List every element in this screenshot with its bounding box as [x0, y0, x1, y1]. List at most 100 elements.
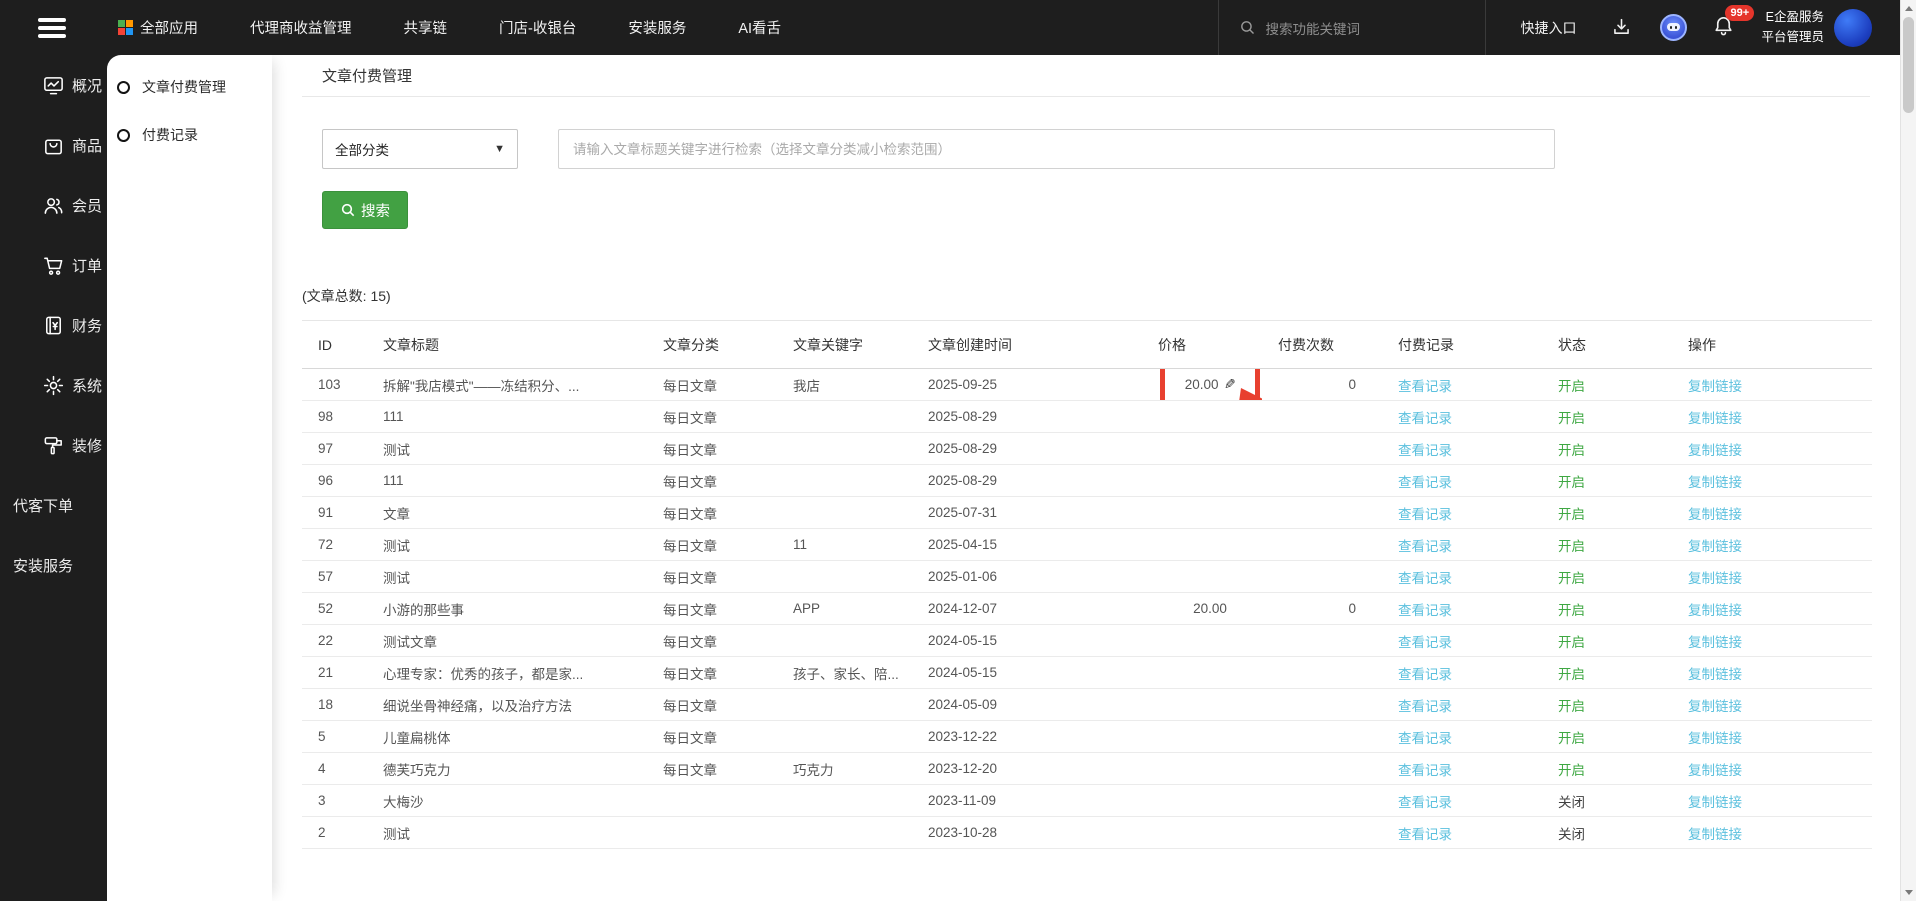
cell-id: 98 [302, 401, 367, 433]
sidebar-item-4[interactable]: 订单 [0, 235, 107, 295]
cell-title: 文章 [367, 497, 647, 529]
cell-status: 开启 [1542, 593, 1672, 625]
cell-created-time: 2025-08-29 [912, 433, 1142, 465]
status-badge[interactable]: 关闭 [1558, 795, 1585, 810]
cell-title: 心理专家：优秀的孩子，都是家... [367, 657, 647, 689]
column-header-1: ID [302, 321, 367, 369]
view-record-link[interactable]: 查看记录 [1398, 571, 1452, 586]
copy-link-link[interactable]: 复制链接 [1688, 667, 1742, 682]
copy-link-link[interactable]: 复制链接 [1688, 763, 1742, 778]
copy-link-link[interactable]: 复制链接 [1688, 379, 1742, 394]
status-badge[interactable]: 关闭 [1558, 827, 1585, 842]
quick-entry-link[interactable]: 快捷入口 [1520, 18, 1576, 38]
sidebar-item-1[interactable]: 概况 [0, 55, 107, 115]
copy-link-link[interactable]: 复制链接 [1688, 603, 1742, 618]
avatar[interactable] [1834, 9, 1872, 47]
navbar-search-input[interactable]: 搜索功能关键词 [1218, 0, 1486, 55]
view-record-link[interactable]: 查看记录 [1398, 443, 1452, 458]
notifications-bell[interactable]: 99+ [1712, 14, 1735, 42]
scrollbar[interactable] [1900, 0, 1916, 901]
status-badge[interactable]: 开启 [1558, 667, 1585, 682]
column-header-5: 文章创建时间 [912, 321, 1142, 369]
status-badge[interactable]: 开启 [1558, 507, 1585, 522]
table-row: 21心理专家：优秀的孩子，都是家...每日文章孩子、家长、陪...2024-05… [302, 657, 1872, 689]
copy-link-link[interactable]: 复制链接 [1688, 635, 1742, 650]
copy-link-link[interactable]: 复制链接 [1688, 571, 1742, 586]
sidebar-item-9[interactable]: 安装服务 [0, 535, 107, 595]
nav-item-4[interactable]: 安装服务 [628, 17, 686, 38]
copy-link-link[interactable]: 复制链接 [1688, 411, 1742, 426]
sidebar-item-6[interactable]: 系统 [0, 355, 107, 415]
status-badge[interactable]: 开启 [1558, 635, 1585, 650]
cell-action: 复制链接 [1672, 689, 1872, 721]
edit-price-icon[interactable]: ✎ [1224, 376, 1236, 393]
cell-category: 每日文章 [647, 433, 777, 465]
sidebar-item-3[interactable]: 会员 [0, 175, 107, 235]
cell-keyword: 我店 [777, 369, 912, 401]
submenu-item-1[interactable]: 文章付费管理 [107, 63, 272, 111]
user-info[interactable]: E企盈服务 平台管理员 [1761, 8, 1824, 47]
nav-item-all-apps[interactable]: 全部应用 [118, 17, 198, 38]
view-record-link[interactable]: 查看记录 [1398, 699, 1452, 714]
category-select-value: 全部分类 [335, 139, 494, 159]
cell-created-time: 2024-05-15 [912, 625, 1142, 657]
view-record-link[interactable]: 查看记录 [1398, 539, 1452, 554]
view-record-link[interactable]: 查看记录 [1398, 379, 1452, 394]
category-select[interactable]: 全部分类 ▼ [322, 129, 518, 169]
status-badge[interactable]: 开启 [1558, 731, 1585, 746]
nav-item-2[interactable]: 共享链 [404, 17, 448, 38]
view-record-link[interactable]: 查看记录 [1398, 603, 1452, 618]
copy-link-link[interactable]: 复制链接 [1688, 795, 1742, 810]
cell-category: 每日文章 [647, 369, 777, 401]
copy-link-link[interactable]: 复制链接 [1688, 443, 1742, 458]
cell-keyword [777, 625, 912, 657]
status-badge[interactable]: 开启 [1558, 571, 1585, 586]
download-icon[interactable] [1606, 13, 1636, 43]
copy-link-link[interactable]: 复制链接 [1688, 539, 1742, 554]
copy-link-link[interactable]: 复制链接 [1688, 699, 1742, 714]
sidebar-item-5[interactable]: 财务 [0, 295, 107, 355]
view-record-link[interactable]: 查看记录 [1398, 635, 1452, 650]
hamburger-menu-icon[interactable] [38, 18, 66, 38]
view-record-link[interactable]: 查看记录 [1398, 763, 1452, 778]
nav-item-1[interactable]: 代理商收益管理 [250, 17, 352, 38]
cell-keyword [777, 433, 912, 465]
status-badge[interactable]: 开启 [1558, 603, 1585, 618]
sidebar-item-7[interactable]: 装修 [0, 415, 107, 475]
submenu-item-2[interactable]: 付费记录 [107, 111, 272, 159]
scrollbar-up-arrow[interactable] [1901, 0, 1916, 17]
cell-price [1142, 817, 1262, 849]
view-record-link[interactable]: 查看记录 [1398, 667, 1452, 682]
view-record-link[interactable]: 查看记录 [1398, 411, 1452, 426]
status-badge[interactable]: 开启 [1558, 699, 1585, 714]
scrollbar-down-arrow[interactable] [1901, 884, 1916, 901]
view-record-link[interactable]: 查看记录 [1398, 827, 1452, 842]
nav-item-5[interactable]: AI看舌 [738, 17, 781, 38]
cell-action: 复制链接 [1672, 369, 1872, 401]
view-record-link[interactable]: 查看记录 [1398, 475, 1452, 490]
ai-robot-icon[interactable] [1658, 13, 1688, 43]
copy-link-link[interactable]: 复制链接 [1688, 475, 1742, 490]
view-record-link[interactable]: 查看记录 [1398, 507, 1452, 522]
status-badge[interactable]: 开启 [1558, 411, 1585, 426]
sidebar-item-label: 订单 [72, 255, 102, 276]
status-badge[interactable]: 开启 [1558, 379, 1585, 394]
copy-link-link[interactable]: 复制链接 [1688, 731, 1742, 746]
view-record-link[interactable]: 查看记录 [1398, 731, 1452, 746]
keyword-search-input[interactable] [558, 129, 1555, 169]
table-row: 97测试每日文章2025-08-29查看记录开启复制链接 [302, 433, 1872, 465]
copy-link-link[interactable]: 复制链接 [1688, 827, 1742, 842]
status-badge[interactable]: 开启 [1558, 539, 1585, 554]
status-badge[interactable]: 开启 [1558, 443, 1585, 458]
nav-item-3[interactable]: 门店-收银台 [499, 17, 576, 38]
status-badge[interactable]: 开启 [1558, 475, 1585, 490]
cell-created-time: 2025-09-25 [912, 369, 1142, 401]
copy-link-link[interactable]: 复制链接 [1688, 507, 1742, 522]
view-record-link[interactable]: 查看记录 [1398, 795, 1452, 810]
search-button[interactable]: 搜索 [322, 191, 408, 229]
scrollbar-thumb[interactable] [1903, 17, 1914, 113]
status-badge[interactable]: 开启 [1558, 763, 1585, 778]
cell-keyword [777, 465, 912, 497]
sidebar-item-2[interactable]: 商品 [0, 115, 107, 175]
sidebar-item-8[interactable]: 代客下单 [0, 475, 107, 535]
